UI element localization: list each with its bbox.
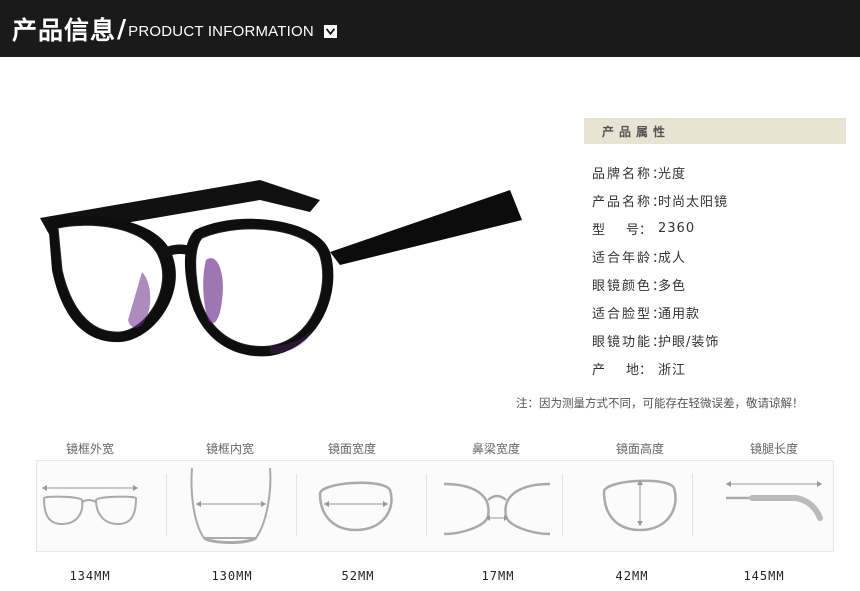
measure-label-frame-width: 镜框外宽 bbox=[65, 442, 114, 456]
attribute-row-face: 适合脸型： 通用款 bbox=[592, 298, 728, 326]
attribute-key-part: 产 bbox=[592, 362, 606, 378]
attribute-row-brand: 品牌名称： 光度 bbox=[592, 158, 728, 186]
measurement-note: 注：因为测量方式不同，可能存在轻微误差，敬请谅解！ bbox=[516, 396, 804, 410]
temple-length-icon bbox=[726, 481, 823, 521]
attribute-key: 产品名称： bbox=[592, 194, 668, 210]
measure-label-inner-width: 镜框内宽 bbox=[205, 442, 254, 456]
attribute-key: 眼镜颜色： bbox=[592, 278, 668, 294]
divider bbox=[692, 474, 693, 536]
attributes-heading: 产品属性 bbox=[584, 118, 846, 144]
attribute-value: 通用款 bbox=[658, 306, 701, 322]
measure-label-lens-height: 镜面高度 bbox=[615, 442, 664, 456]
measure-value-inner-width: 130MM bbox=[211, 569, 253, 583]
title-slash: / bbox=[117, 14, 127, 43]
measure-value-lens-width: 52MM bbox=[341, 569, 375, 583]
attribute-key: 型 号： bbox=[592, 219, 652, 238]
attribute-key: 适合脸型： bbox=[592, 306, 668, 322]
measure-value-lens-height: 42MM bbox=[615, 569, 649, 583]
attribute-row-origin: 产 地： 浙江 bbox=[592, 354, 728, 382]
attribute-row-color: 眼镜颜色： 多色 bbox=[592, 270, 728, 298]
lens-height-icon bbox=[602, 479, 677, 532]
attribute-key-part: 地： bbox=[625, 362, 652, 378]
section-header: 产品信息 / PRODUCT INFORMATION bbox=[0, 0, 860, 57]
attribute-value: 时尚太阳镜 bbox=[658, 194, 729, 210]
divider bbox=[166, 474, 167, 536]
measure-label-bridge-width: 鼻梁宽度 bbox=[471, 442, 520, 456]
measurements-panel bbox=[36, 460, 834, 552]
chevron-down-icon[interactable] bbox=[323, 25, 337, 38]
section-title-en: PRODUCT INFORMATION bbox=[128, 23, 314, 40]
divider bbox=[426, 474, 427, 536]
measure-label-lens-width: 镜面宽度 bbox=[327, 442, 376, 456]
attribute-value: 成人 bbox=[658, 250, 687, 266]
attribute-value: 护眼/装饰 bbox=[658, 334, 720, 350]
glasses-product-photo bbox=[40, 180, 522, 357]
attribute-value: 多色 bbox=[658, 278, 687, 294]
attribute-row-function: 眼镜功能： 护眼/装饰 bbox=[592, 326, 728, 354]
measure-value-temple-length: 145MM bbox=[743, 569, 785, 583]
attributes-heading-label: 产品属性 bbox=[602, 124, 671, 139]
measure-value-frame-width: 134MM bbox=[69, 569, 111, 583]
bridge-width-icon bbox=[443, 482, 551, 536]
measure-label-temple-length: 镜腿长度 bbox=[749, 442, 798, 456]
frame-width-icon bbox=[42, 485, 138, 526]
attribute-key-part: 型 bbox=[592, 222, 606, 238]
attributes-list: 品牌名称： 光度 产品名称： 时尚太阳镜 型 号： 2360 适合年龄： 成人 … bbox=[592, 158, 728, 382]
attribute-key: 适合年龄： bbox=[592, 250, 668, 266]
attribute-key: 产 地： bbox=[592, 359, 652, 378]
attribute-value: 浙江 bbox=[658, 362, 687, 378]
divider bbox=[562, 474, 563, 536]
measure-value-bridge-width: 17MM bbox=[481, 569, 515, 583]
attribute-key: 眼镜功能： bbox=[592, 334, 668, 350]
attribute-key-part: 号： bbox=[625, 222, 652, 238]
attribute-key: 品牌名称： bbox=[592, 166, 668, 182]
attribute-row-product-name: 产品名称： 时尚太阳镜 bbox=[592, 186, 728, 214]
divider bbox=[296, 474, 297, 536]
attribute-row-age: 适合年龄： 成人 bbox=[592, 242, 728, 270]
frame-inner-width-icon bbox=[190, 467, 272, 544]
section-title-zh: 产品信息 bbox=[12, 15, 117, 45]
attribute-value: 2360 bbox=[658, 220, 696, 236]
lens-width-icon bbox=[318, 481, 393, 532]
attribute-value: 光度 bbox=[658, 166, 687, 182]
attribute-row-model: 型 号： 2360 bbox=[592, 214, 728, 242]
